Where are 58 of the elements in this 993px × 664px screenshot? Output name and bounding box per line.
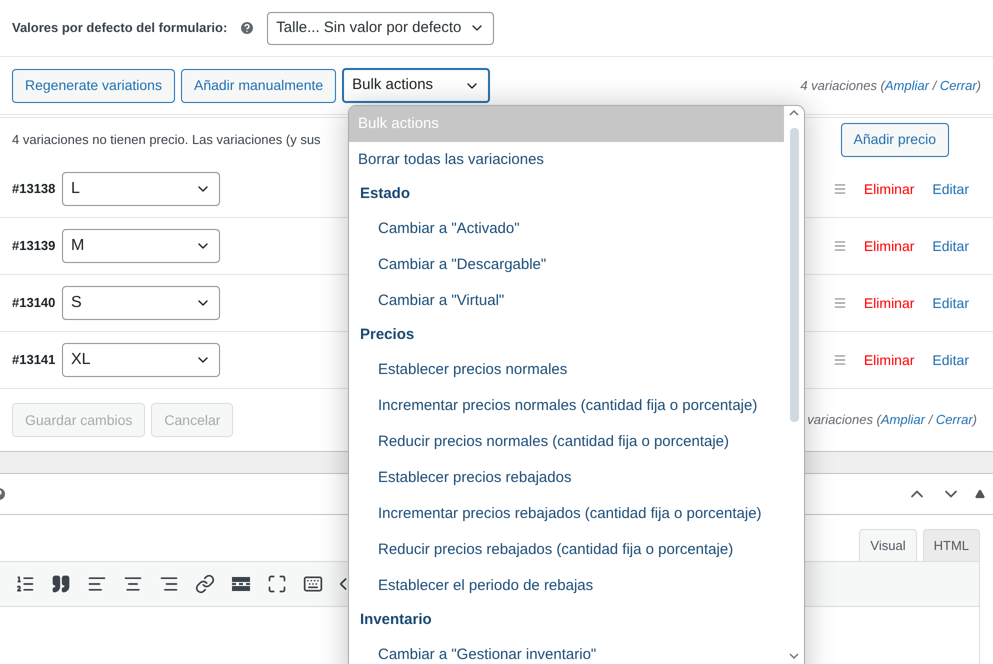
pagination-link[interactable]: Cerrar [936, 412, 973, 427]
notice-text: 4 variaciones no tienen precio. Las variaciones (y sus [12, 130, 321, 149]
variation-select[interactable]: S [62, 286, 220, 320]
variation-id: #13138 [12, 180, 56, 198]
variation-select[interactable]: L [62, 172, 220, 206]
drag-handle-icon[interactable] [832, 353, 847, 367]
menu-option[interactable]: Reducir precios normales (cantidad fija o porcentaje) [349, 424, 784, 460]
drag-handle-icon[interactable] [832, 239, 847, 253]
remove-link[interactable]: Eliminar [864, 178, 914, 200]
help-icon[interactable] [239, 20, 256, 36]
menu-option[interactable]: Borrar todas las variaciones [349, 142, 784, 178]
menu-option[interactable]: Establecer precios rebajados [349, 460, 784, 496]
edit-link[interactable]: Editar [932, 292, 969, 314]
toolbar-button[interactable]: Regenerate variations [12, 68, 175, 102]
collapse-icon[interactable] [975, 489, 985, 499]
edit-link[interactable]: Editar [932, 350, 969, 370]
quote-icon[interactable] [51, 574, 71, 594]
drag-handle-icon[interactable] [832, 296, 847, 310]
variation-select[interactable]: XL [62, 343, 220, 377]
pagination-link[interactable]: Cerrar [940, 78, 977, 92]
variation-id: #13141 [12, 351, 56, 370]
add-price-button[interactable]: Añadir precio [840, 122, 949, 156]
fullscreen-icon[interactable] [267, 574, 287, 594]
default-select[interactable]: Talle... Sin valor por defecto [267, 12, 494, 44]
group-label: Precios [359, 325, 416, 346]
toolbar-button[interactable]: Añadir manualmente [180, 68, 336, 102]
menu-option[interactable]: Cambiar a "Descargable" [349, 247, 784, 283]
menu-option[interactable]: Cambiar a "Virtual" [349, 283, 784, 319]
bulk-actions-select[interactable]: Bulk actions [342, 68, 490, 103]
editor-tab[interactable]: HTML [922, 529, 980, 561]
link-icon[interactable] [195, 574, 215, 594]
numbered-list-icon[interactable] [15, 574, 35, 594]
menu-option[interactable]: Establecer el periodo de rebajas [349, 568, 784, 604]
edit-link[interactable]: Editar [932, 178, 969, 200]
pagination-link[interactable]: Ampliar [880, 412, 925, 427]
variation-count: variaciones (Ampliar / Cerrar) [807, 412, 977, 427]
group-label: Inventario [359, 610, 433, 630]
edit-link[interactable]: Editar [932, 236, 969, 256]
menu-option[interactable]: Reducir precios rebajados (cantidad fija o porcentaje) [349, 532, 784, 568]
menu-option[interactable]: Cambiar a "Gestionar inventario" [349, 637, 784, 664]
variation-id: #13140 [12, 294, 56, 312]
read-more-icon[interactable] [231, 577, 251, 591]
keyboard-icon[interactable] [303, 574, 323, 594]
remove-link[interactable]: Eliminar [864, 292, 914, 314]
menu-option[interactable]: Establecer precios normales [349, 352, 784, 388]
remove-link[interactable]: Eliminar [864, 350, 914, 370]
menu-option[interactable]: Incrementar precios normales (cantidad fija o porcentaje) [349, 388, 784, 424]
remove-link[interactable]: Eliminar [864, 236, 914, 256]
menu-option[interactable]: Incrementar precios rebajados (cantidad fija o porcentaje) [349, 496, 784, 532]
variation-count: 4 variaciones (Ampliar / Cerrar) [800, 78, 981, 92]
pagination-link[interactable]: Ampliar [884, 78, 929, 92]
menu-option[interactable]: Cambiar a "Activado" [349, 211, 784, 247]
variation-select[interactable]: M [62, 229, 220, 263]
group-label: Estado [359, 184, 412, 204]
variation-id: #13139 [12, 237, 56, 256]
defaults-label: Valores por defecto del formulario: [12, 19, 228, 38]
drag-handle-icon[interactable] [832, 182, 847, 196]
editor-tab[interactable]: Visual [859, 529, 917, 561]
